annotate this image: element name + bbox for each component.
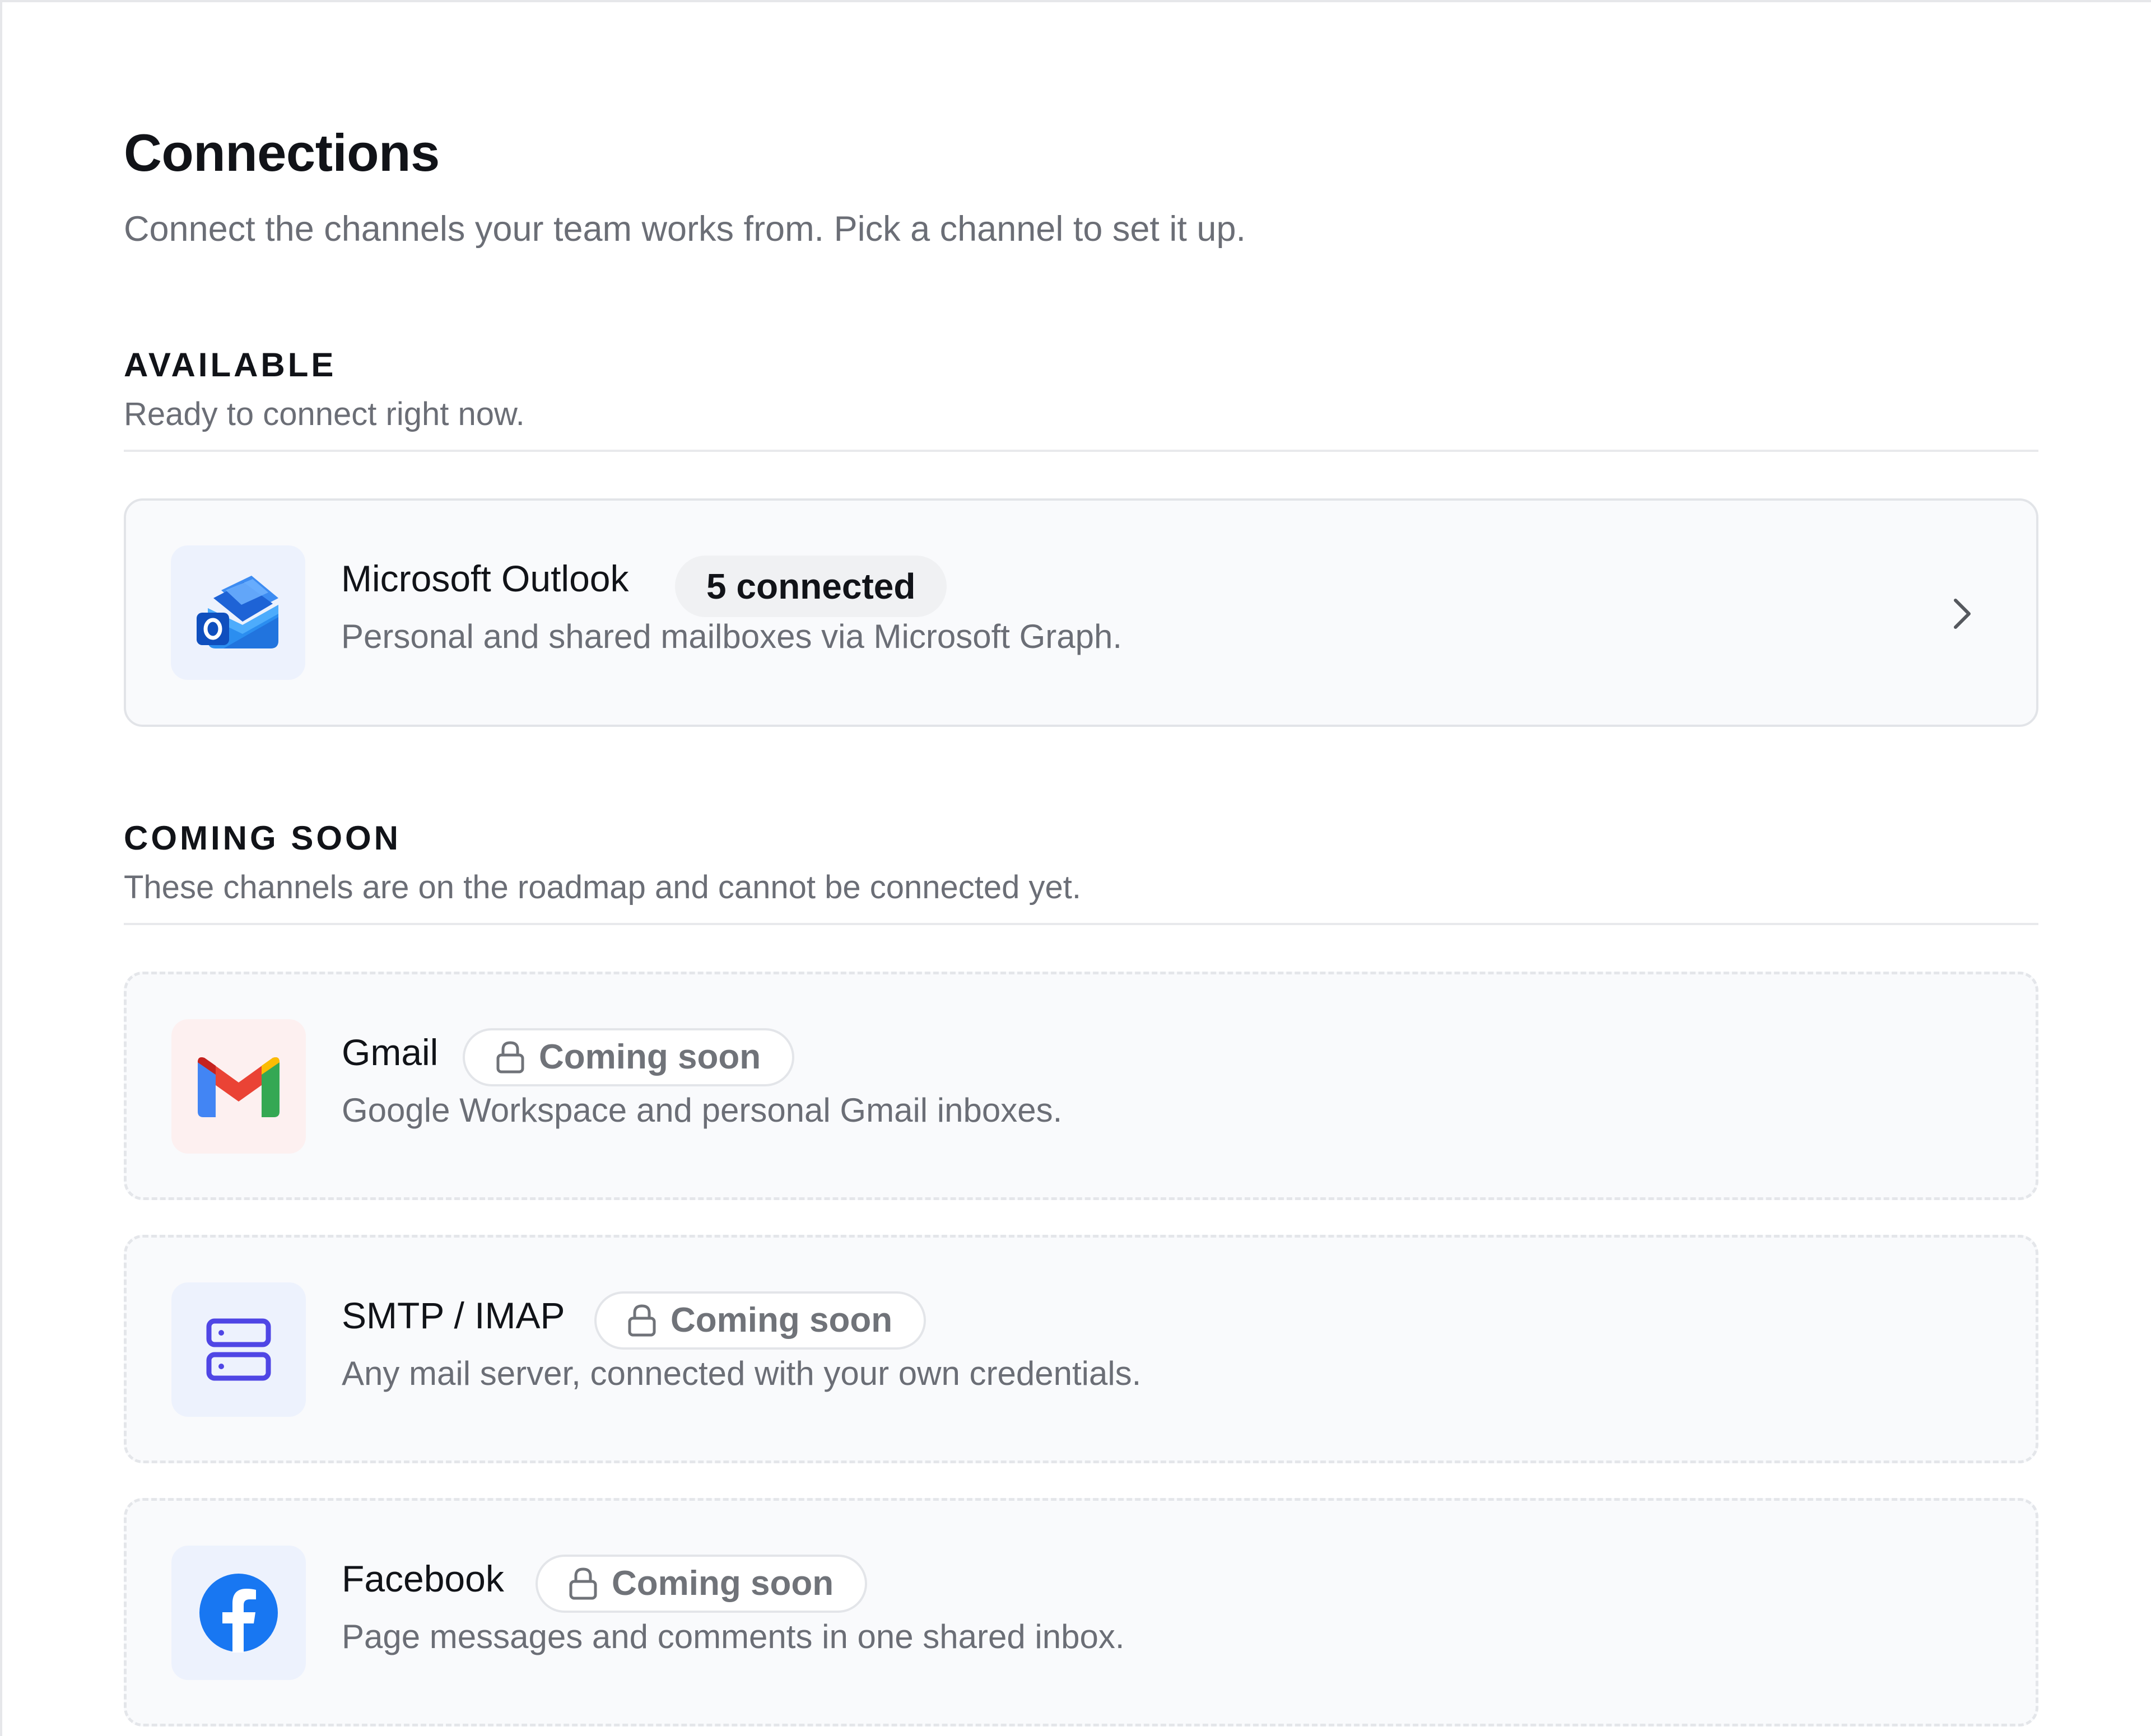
gmail-channel-description: Google Workspace and personal Gmail inbo…: [342, 1091, 1063, 1129]
gmail-channel-name: Gmail: [342, 1032, 439, 1073]
window-left-border: [0, 0, 2, 1736]
smtp-imap-channel-name: SMTP / IMAP: [342, 1295, 565, 1336]
server-icon: [206, 1318, 271, 1381]
facebook-icon: [199, 1574, 278, 1653]
lock-icon: [628, 1304, 656, 1337]
gmail-channel-card: Gmail Coming soon Google Workspace and p…: [124, 972, 2038, 1200]
outlook-icon: [197, 576, 278, 648]
smtp-imap-channel-description: Any mail server, connected with your own…: [342, 1355, 1142, 1392]
smtp-imap-coming-soon-label: Coming soon: [671, 1301, 893, 1340]
window-top-border: [0, 0, 2151, 2]
facebook-coming-soon-label: Coming soon: [612, 1564, 834, 1603]
facebook-coming-soon-badge: Coming soon: [536, 1555, 868, 1613]
outlook-channel-name: Microsoft Outlook: [341, 558, 629, 599]
available-divider: [124, 450, 2038, 452]
gmail-coming-soon-badge: Coming soon: [463, 1028, 795, 1086]
outlook-icon-tile: [171, 545, 305, 680]
server-icon-tile: [171, 1282, 306, 1417]
outlook-connected-count-badge: 5 connected: [675, 556, 947, 617]
facebook-channel-card: Facebook Coming soon Page messages and c…: [124, 1498, 2038, 1726]
page-title: Connections: [124, 123, 440, 182]
gmail-icon: [198, 1057, 280, 1117]
available-description: Ready to connect right now.: [124, 396, 525, 432]
gmail-icon-tile: [171, 1019, 306, 1154]
lock-icon: [569, 1567, 597, 1600]
outlook-channel-description: Personal and shared mailboxes via Micros…: [341, 618, 1123, 655]
smtp-imap-channel-card: SMTP / IMAP Coming soon Any mail server,…: [124, 1235, 2038, 1463]
coming-soon-description: These channels are on the roadmap and ca…: [124, 869, 1081, 906]
coming-soon-divider: [124, 923, 2038, 925]
page-subtitle: Connect the channels your team works fro…: [124, 209, 1246, 249]
chevron-right-icon[interactable]: [1951, 597, 1973, 631]
available-heading: AVAILABLE: [124, 346, 337, 384]
gmail-coming-soon-label: Coming soon: [539, 1038, 761, 1076]
facebook-channel-description: Page messages and comments in one shared…: [342, 1618, 1125, 1655]
lock-icon: [496, 1041, 524, 1074]
facebook-channel-name: Facebook: [342, 1558, 504, 1599]
facebook-icon-tile: [171, 1546, 306, 1680]
coming-soon-heading: COMING SOON: [124, 819, 402, 857]
outlook-channel-card[interactable]: Microsoft Outlook 5 connected Personal a…: [124, 498, 2038, 727]
smtp-imap-coming-soon-badge: Coming soon: [594, 1291, 926, 1350]
